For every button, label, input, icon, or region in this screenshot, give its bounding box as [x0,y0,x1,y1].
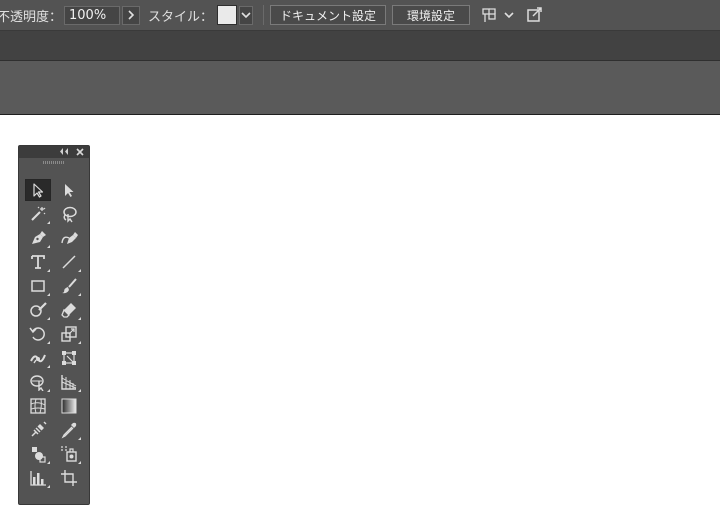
chevron-down-icon [241,12,251,19]
live-paint-bucket-tool[interactable] [56,443,82,465]
perspective-grid-tool[interactable] [56,371,82,393]
magic-wand-tool[interactable] [25,203,51,225]
column-graph-tool[interactable] [25,467,51,489]
chevron-down-icon [504,12,514,19]
pen-tool-icon [32,231,46,244]
rectangle-tool[interactable] [25,275,51,297]
chevron-right-icon [128,10,135,20]
eraser-tool[interactable] [56,299,82,321]
curvature-tool[interactable] [56,227,82,249]
shaper-tool[interactable] [25,299,51,321]
divider [263,5,265,25]
type-tool-icon [31,255,45,269]
rectangle-tool-icon [31,280,45,292]
opacity-input[interactable]: 100% [64,5,121,25]
selection-tool[interactable] [25,179,51,201]
width-tool[interactable] [25,347,51,369]
pen-tool[interactable] [25,227,51,249]
paintbrush-tool[interactable] [56,275,82,297]
free-transform-tool[interactable] [56,347,82,369]
selection-tool-icon [33,183,44,198]
close-icon[interactable] [76,148,84,156]
live-paint-bucket-tool-icon [61,446,77,462]
export-icon [527,7,542,22]
control-bar: 不透明度： 100% スタイル： ドキュメント設定 環境設定 [0,0,720,31]
gradient-tool[interactable] [56,395,82,417]
workspace-band [0,61,720,115]
mesh-tool-icon [30,398,46,414]
scale-tool-icon [61,326,77,342]
eyedropper-tool-icon [61,422,77,439]
type-tool[interactable] [25,251,51,273]
eraser-tool-icon [61,303,76,318]
curvature-tool-icon [61,232,78,244]
artboard-tool-icon [61,470,77,486]
free-transform-tool-icon [62,351,76,365]
arrange-documents-button[interactable] [480,6,502,24]
gradient-tool-icon [61,398,77,414]
arrange-documents-icon [482,8,496,22]
lasso-tool-icon [63,206,77,223]
style-dropdown-button[interactable] [239,5,254,25]
opacity-slider-button[interactable] [122,5,141,25]
paintbrush-tool-icon [62,278,77,294]
mesh-tool[interactable] [25,395,51,417]
column-graph-tool-icon [30,471,46,486]
shape-builder-tool[interactable] [25,371,51,393]
perspective-grid-tool-icon [61,375,77,390]
blend-tool[interactable] [25,419,51,441]
artboard-tool[interactable] [56,467,82,489]
line-segment-tool[interactable] [56,251,82,273]
symbol-sprayer-tool-icon [32,447,46,463]
tools-panel-header[interactable] [19,146,89,158]
blend-tool-icon [31,421,47,437]
direct-selection-tool[interactable] [56,179,82,201]
panel-grip[interactable] [43,161,65,164]
eyedropper-tool[interactable] [56,419,82,441]
document-setup-button[interactable]: ドキュメント設定 [270,5,387,25]
style-label: スタイル： [148,9,214,25]
magic-wand-tool-icon [31,206,46,221]
symbol-sprayer-tool[interactable] [25,443,51,465]
line-segment-tool-icon [62,255,76,269]
export-button[interactable] [526,6,544,24]
tools-panel [18,145,90,505]
document-tab-bar [0,31,720,61]
width-tool-icon [30,354,46,364]
opacity-label: 不透明度： [0,9,63,25]
graphic-style-swatch[interactable] [217,5,238,25]
direct-selection-tool-icon [65,184,74,197]
rotate-tool[interactable] [25,323,51,345]
lasso-tool[interactable] [56,203,82,225]
shaper-tool-icon [30,302,47,317]
shape-builder-tool-icon [30,375,44,391]
preferences-button[interactable]: 環境設定 [392,5,471,25]
collapse-icon[interactable] [59,148,69,155]
arrange-dropdown-button[interactable] [504,11,514,19]
rotate-tool-icon [29,327,45,341]
scale-tool[interactable] [56,323,82,345]
